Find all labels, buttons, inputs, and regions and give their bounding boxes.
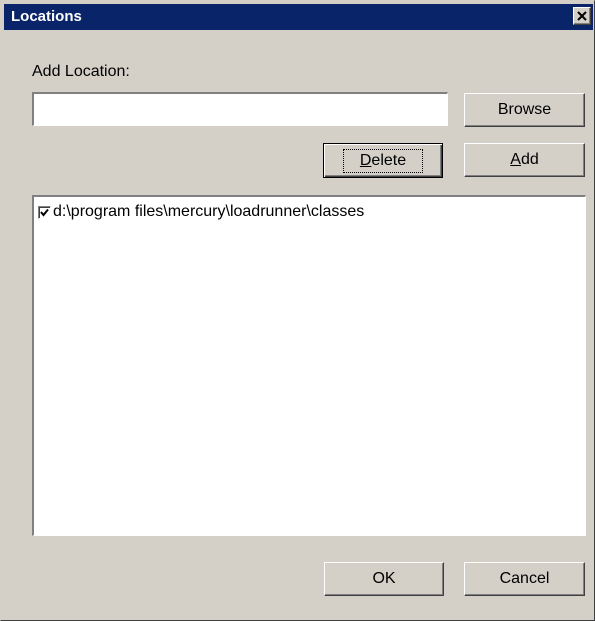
ok-button-label: OK — [372, 570, 396, 587]
ok-button[interactable]: OK — [324, 562, 444, 596]
checkmark-icon — [40, 208, 49, 217]
add-location-label: Add Location: — [32, 63, 130, 80]
list-item-text: d:\program files\mercury\loadrunner\clas… — [53, 203, 365, 220]
close-icon — [577, 11, 587, 21]
window-title: Locations — [11, 8, 82, 25]
add-button[interactable]: Add — [464, 143, 585, 177]
locations-list[interactable]: d:\program files\mercury\loadrunner\clas… — [32, 195, 586, 536]
title-bar: Locations — [4, 4, 593, 30]
close-button[interactable] — [573, 7, 591, 25]
list-item-checkbox[interactable] — [38, 205, 51, 219]
cancel-button[interactable]: Cancel — [464, 562, 585, 596]
cancel-button-label: Cancel — [499, 570, 550, 587]
delete-button-label: Delete — [342, 148, 424, 173]
list-item[interactable]: d:\program files\mercury\loadrunner\clas… — [38, 203, 364, 221]
browse-button[interactable]: Browse — [464, 93, 585, 127]
locations-dialog: Locations Add Location: Browse Delete Ad… — [0, 0, 595, 621]
add-location-input[interactable] — [32, 92, 448, 126]
add-button-label: Add — [510, 151, 539, 168]
delete-button[interactable]: Delete — [323, 143, 443, 178]
browse-button-label: Browse — [497, 101, 552, 118]
